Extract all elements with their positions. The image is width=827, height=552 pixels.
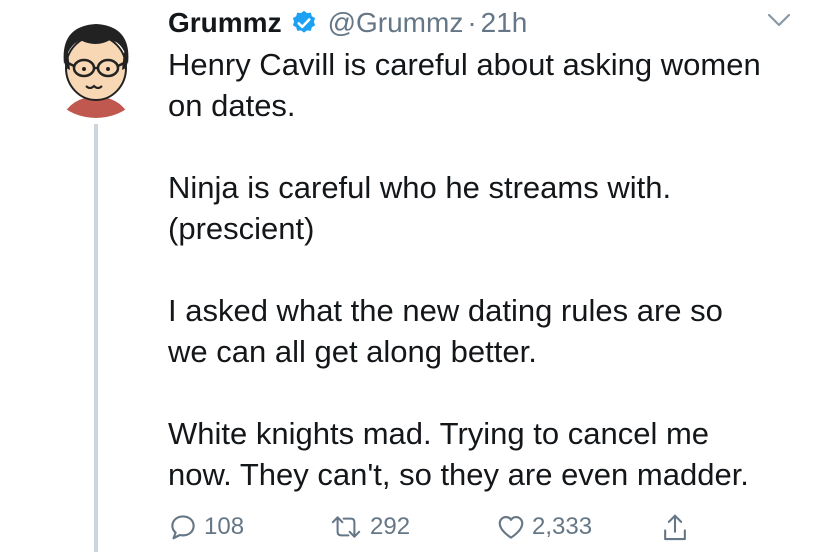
retweet-icon <box>331 516 361 538</box>
reply-button[interactable]: 108 <box>168 512 244 542</box>
tweet: Grummz @Grummz · 21h Henry Cavill is car… <box>0 0 827 552</box>
tweet-timestamp[interactable]: 21h <box>481 7 528 39</box>
tweet-text: Henry Cavill is careful about asking wom… <box>168 44 808 495</box>
like-count: 2,333 <box>532 513 593 540</box>
share-icon <box>664 514 686 541</box>
reply-count: 108 <box>204 513 245 540</box>
like-button[interactable]: 2,333 <box>496 512 592 542</box>
thread-line <box>94 124 98 552</box>
reply-icon <box>171 515 195 540</box>
separator-dot: · <box>467 7 477 38</box>
tweet-line: White knights mad. Trying to cancel me <box>168 416 710 451</box>
author-name[interactable]: Grummz <box>168 7 282 39</box>
chevron-down-icon[interactable] <box>766 10 792 30</box>
tweet-line: on dates. <box>168 88 296 123</box>
avatar[interactable] <box>40 6 152 118</box>
tweet-line: now. They can't, so they are even madder… <box>168 457 749 492</box>
verified-badge-icon <box>292 10 315 33</box>
avatar-illustration <box>40 6 152 118</box>
tweet-line: Ninja is careful who he streams with. <box>168 170 672 205</box>
heart-icon <box>498 515 524 539</box>
tweet-header: Grummz @Grummz · 21h <box>168 6 527 40</box>
tweet-actions: 108 292 2,333 <box>168 512 728 548</box>
tweet-line: I asked what the new dating rules are so <box>168 293 723 328</box>
tweet-line: (prescient) <box>168 211 315 246</box>
share-button[interactable] <box>660 512 690 544</box>
retweet-count: 292 <box>370 513 411 540</box>
tweet-line: Henry Cavill is careful about asking wom… <box>168 47 761 82</box>
author-handle[interactable]: @Grummz <box>328 7 464 39</box>
tweet-line: we can all get along better. <box>168 334 537 369</box>
retweet-button[interactable]: 292 <box>328 512 410 542</box>
